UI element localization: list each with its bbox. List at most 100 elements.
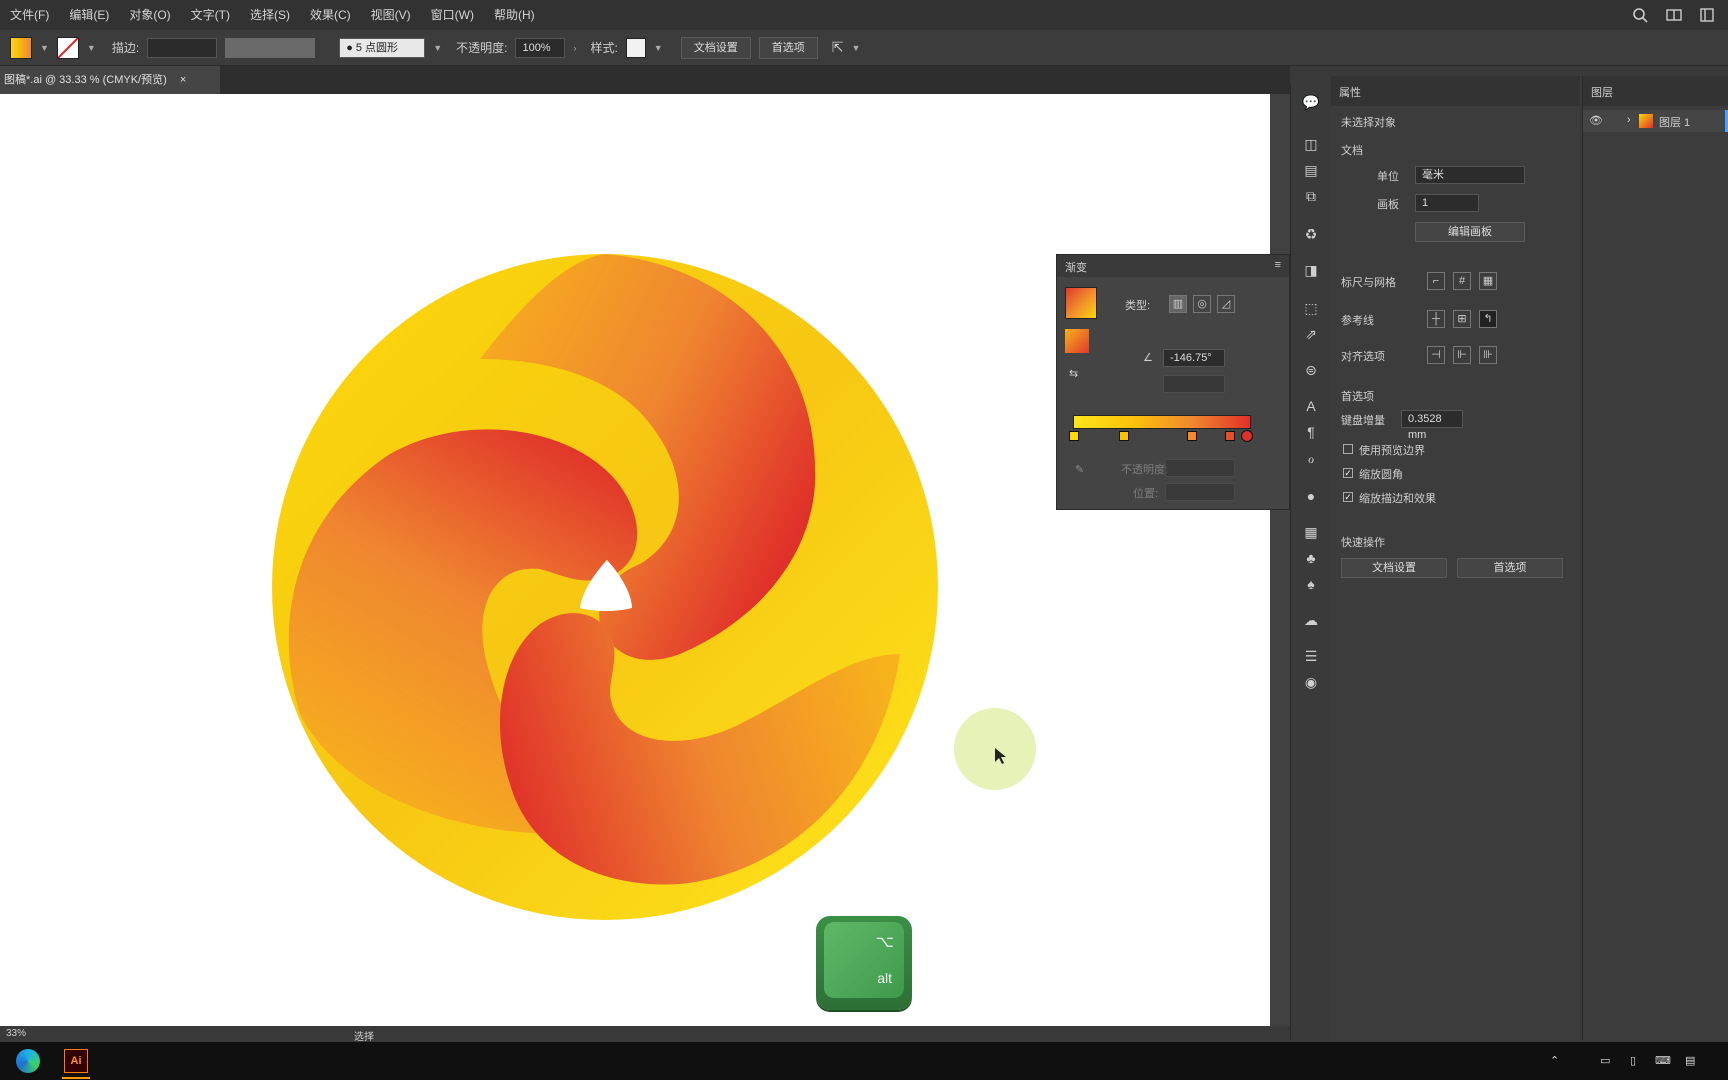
stroke-width-field[interactable] <box>147 37 218 58</box>
character-icon[interactable]: A <box>1301 396 1321 416</box>
use-preview-bounds-checkbox[interactable] <box>1343 444 1353 454</box>
linear-gradient-icon[interactable]: ▥ <box>1169 295 1187 313</box>
document-tab[interactable]: 图稿*.ai @ 33.33 % (CMYK/预览) × <box>0 66 220 94</box>
artboards-icon[interactable]: ◫ <box>1301 134 1321 154</box>
units-select[interactable]: 毫米 <box>1415 166 1525 184</box>
brush-definition-field[interactable]: ● 5 点圆形 <box>339 37 426 58</box>
gradient-stop-3[interactable] <box>1187 431 1197 441</box>
zoom-level[interactable]: 33% <box>6 1028 26 1039</box>
menu-object[interactable]: 对象(O) <box>119 0 180 30</box>
menu-help[interactable]: 帮助(H) <box>484 0 545 30</box>
style-swatch[interactable] <box>625 37 646 58</box>
illustrator-app-icon[interactable]: Ai <box>64 1049 88 1073</box>
show-guides-icon[interactable]: ┼ <box>1427 310 1445 328</box>
gradient-slider[interactable] <box>1073 415 1251 429</box>
preferences-button[interactable]: 首选项 <box>1457 558 1563 578</box>
graphic-styles-icon[interactable]: ▦ <box>1301 522 1321 542</box>
search-icon[interactable] <box>1632 7 1648 23</box>
pixel-grid-icon[interactable]: ▦ <box>1479 272 1497 290</box>
tray-notification-icon[interactable]: ▤ <box>1685 1054 1695 1067</box>
stop-opacity-field[interactable] <box>1165 459 1235 477</box>
edit-artboards-button[interactable]: 编辑画板 <box>1415 222 1525 242</box>
document-setup-button[interactable]: 文档设置 <box>680 36 751 59</box>
links-icon[interactable]: ⊜ <box>1301 360 1321 380</box>
transform-icon[interactable]: ⬚ <box>1301 298 1321 318</box>
gradient-stop-4[interactable] <box>1225 431 1235 441</box>
opentype-icon[interactable]: ℴ <box>1301 448 1321 468</box>
close-icon[interactable]: × <box>180 74 186 86</box>
artboard-canvas[interactable] <box>0 94 1270 1026</box>
stroke-icon[interactable]: ☰ <box>1301 646 1321 666</box>
document-setup-button[interactable]: 文档设置 <box>1341 558 1447 578</box>
gradient-icon[interactable]: ◨ <box>1301 260 1321 280</box>
angle-field[interactable]: -146.75° <box>1163 349 1225 367</box>
fill-swatch[interactable] <box>10 36 32 59</box>
chevron-right-icon[interactable]: › <box>573 43 576 53</box>
panel-menu-icon[interactable]: ≡ <box>1275 259 1281 271</box>
scale-corners-checkbox[interactable]: ✓ <box>1343 468 1353 478</box>
comments-icon[interactable]: 💬 <box>1301 92 1321 112</box>
snap-to-pixel-icon[interactable]: ⊪ <box>1479 346 1497 364</box>
menu-file[interactable]: 文件(F) <box>0 0 59 30</box>
visibility-eye-icon[interactable]: 👁 <box>1589 114 1603 127</box>
variable-width-field[interactable] <box>225 37 316 58</box>
paragraph-icon[interactable]: ¶ <box>1301 422 1321 442</box>
radial-gradient-icon[interactable]: ◎ <box>1193 295 1211 313</box>
export-icon[interactable]: ⇗ <box>1301 324 1321 344</box>
libraries-icon[interactable]: ♻ <box>1301 224 1321 244</box>
eyedropper-icon[interactable]: ✎ <box>1075 463 1084 476</box>
gradient-panel-header[interactable]: 渐变 ≡ <box>1057 255 1289 277</box>
layer-name[interactable]: 图层 1 <box>1659 114 1690 130</box>
gradient-stop-2[interactable] <box>1119 431 1129 441</box>
opacity-field[interactable]: 100% <box>515 37 566 58</box>
properties-tab[interactable]: 属性 <box>1339 84 1361 100</box>
layers-tab[interactable]: 图层 <box>1591 84 1613 100</box>
workspace-icon[interactable] <box>1666 8 1682 22</box>
tray-chevron-icon[interactable]: ⌃ <box>1550 1054 1559 1067</box>
edge-browser-icon[interactable] <box>16 1049 40 1073</box>
tray-network-icon[interactable]: ▭ <box>1600 1054 1610 1067</box>
menu-edit[interactable]: 编辑(E) <box>59 0 119 30</box>
chevron-down-icon[interactable]: ▼ <box>433 43 442 53</box>
color-guide-icon[interactable]: ☁ <box>1301 610 1321 630</box>
expand-arrow-icon[interactable]: › <box>1627 114 1631 126</box>
stop-location-field[interactable] <box>1165 483 1235 501</box>
color-icon[interactable]: ◉ <box>1301 672 1321 692</box>
aspect-field[interactable] <box>1163 375 1225 393</box>
preferences-button[interactable]: 首选项 <box>758 36 818 59</box>
layer-row[interactable]: 👁 › 图层 1 <box>1583 110 1728 132</box>
gradient-stop-1[interactable] <box>1069 431 1079 441</box>
grid-icon[interactable]: # <box>1453 272 1471 290</box>
swap-icon[interactable]: ⇆ <box>1069 367 1078 380</box>
fill-stroke-indicator[interactable] <box>1065 329 1089 353</box>
stroke-swatch[interactable] <box>56 36 79 59</box>
artboard-select[interactable]: 1 <box>1415 194 1479 212</box>
canvas-scroll-gutter[interactable] <box>1270 94 1290 1026</box>
chevron-down-icon[interactable]: ▼ <box>654 43 663 53</box>
keyboard-increment-field[interactable]: 0.3528 mm <box>1401 410 1463 441</box>
appearance-icon[interactable]: ● <box>1301 486 1321 506</box>
gradient-panel-title[interactable]: 渐变 <box>1065 259 1087 275</box>
snap-to-point-icon[interactable]: ⊣ <box>1427 346 1445 364</box>
chevron-down-icon[interactable]: ▼ <box>40 43 49 53</box>
gradient-stop-5[interactable] <box>1241 430 1253 442</box>
menu-select[interactable]: 选择(S) <box>240 0 300 30</box>
menu-window[interactable]: 窗口(W) <box>421 0 484 30</box>
smart-guides-icon[interactable]: ↰ <box>1479 310 1497 328</box>
freeform-gradient-icon[interactable]: ◿ <box>1217 295 1235 313</box>
pathfinder-icon[interactable]: ⧉ <box>1301 186 1321 206</box>
snap-to-grid-icon[interactable]: ⊩ <box>1453 346 1471 364</box>
gradient-swatch[interactable] <box>1065 287 1097 319</box>
chevron-down-icon[interactable]: ▼ <box>851 43 860 53</box>
symbols-icon[interactable]: ♣ <box>1301 548 1321 568</box>
menu-effect[interactable]: 效果(C) <box>300 0 361 30</box>
menu-view[interactable]: 视图(V) <box>361 0 421 30</box>
lock-guides-icon[interactable]: ⊞ <box>1453 310 1471 328</box>
align-icon[interactable]: ▤ <box>1301 160 1321 180</box>
chevron-down-icon[interactable]: ▼ <box>87 43 96 53</box>
tray-volume-icon[interactable]: ▯ <box>1630 1054 1636 1067</box>
scale-strokes-effects-checkbox[interactable]: ✓ <box>1343 492 1353 502</box>
swirl-artwork[interactable] <box>0 94 1270 1026</box>
tray-keyboard-icon[interactable]: ⌨ <box>1655 1054 1671 1067</box>
menu-type[interactable]: 文字(T) <box>181 0 240 30</box>
